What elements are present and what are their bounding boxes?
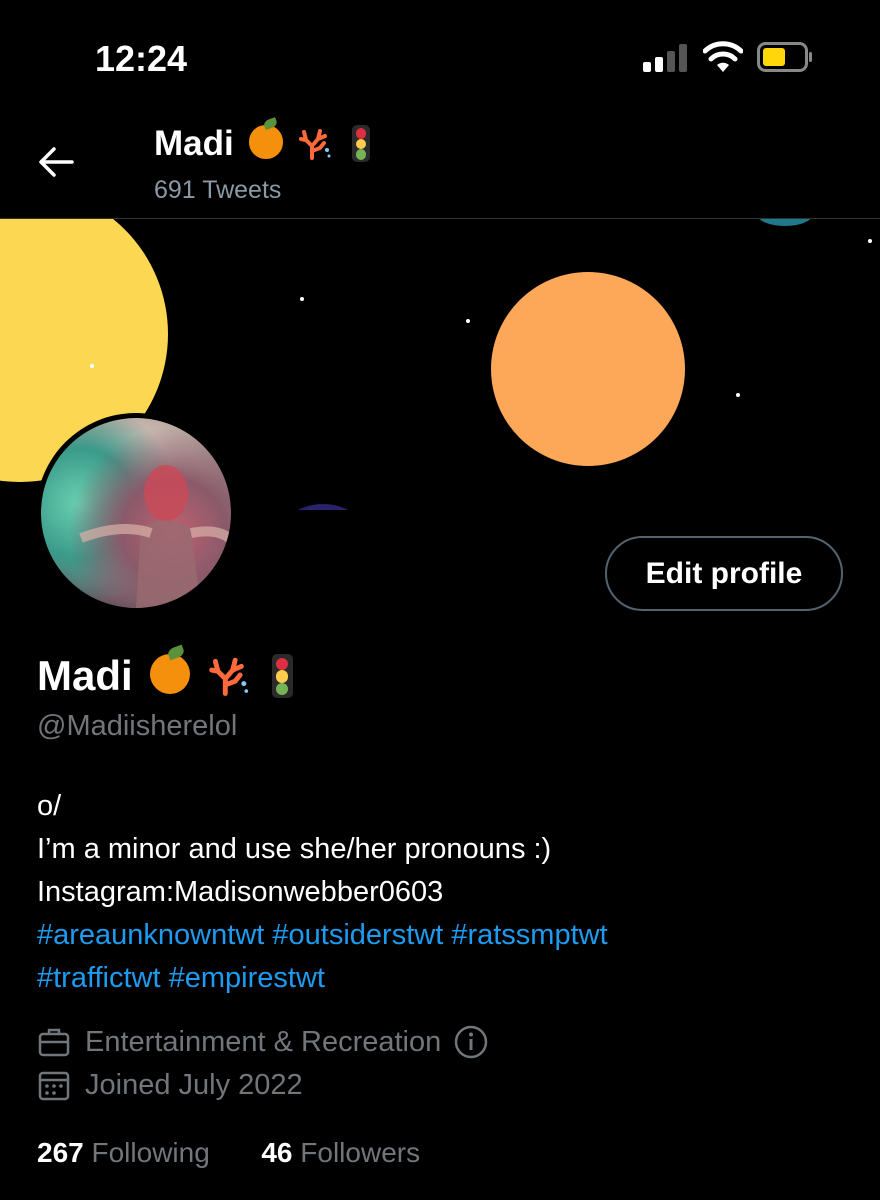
profile-joined: Joined July 2022 bbox=[37, 1068, 303, 1102]
profile-handle: @Madiisherelol bbox=[37, 710, 238, 742]
category-label: Entertainment & Recreation bbox=[85, 1025, 442, 1058]
coral-emoji-icon bbox=[299, 129, 331, 161]
hashtag-link[interactable]: #traffictwt bbox=[37, 962, 161, 994]
profile-name: Madi bbox=[37, 652, 293, 700]
wifi-icon bbox=[703, 41, 743, 72]
coral-emoji-icon bbox=[209, 658, 249, 697]
orange-emoji-icon bbox=[249, 125, 283, 159]
bio-line: o/ bbox=[37, 790, 62, 822]
follow-stats: 267 Following 46 Followers bbox=[37, 1137, 420, 1169]
info-icon[interactable] bbox=[453, 1024, 489, 1060]
hashtag-link[interactable]: #outsiderstwt bbox=[272, 919, 443, 951]
hashtag-link[interactable]: #ratssmptwt bbox=[451, 919, 607, 951]
followers-label: Followers bbox=[300, 1137, 421, 1168]
avatar-photo bbox=[41, 418, 231, 608]
profile-category: Entertainment & Recreation bbox=[37, 1024, 489, 1060]
header-name: Madi bbox=[154, 124, 234, 163]
hashtag-link[interactable]: #empirestwt bbox=[169, 962, 325, 994]
arrow-left-icon[interactable] bbox=[36, 142, 76, 182]
tweet-count: 691 Tweets bbox=[154, 176, 282, 204]
hashtag-line: #traffictwt #empirestwt bbox=[37, 957, 857, 1000]
following-count: 267 bbox=[37, 1137, 84, 1168]
briefcase-icon bbox=[38, 1028, 70, 1057]
display-name: Madi bbox=[37, 652, 133, 699]
bio-line: Instagram:Madisonwebber0603 bbox=[37, 876, 444, 908]
followers-count: 46 bbox=[261, 1137, 293, 1168]
following-link[interactable]: 267 Following bbox=[37, 1137, 218, 1168]
avatar[interactable] bbox=[36, 413, 236, 613]
joined-label: Joined July 2022 bbox=[85, 1068, 303, 1101]
traffic-light-emoji-icon bbox=[352, 125, 370, 162]
hashtag-line: #areaunknowntwt #outsiderstwt #ratssmptw… bbox=[37, 914, 857, 957]
calendar-icon bbox=[38, 1071, 70, 1101]
profile-bio: o/ I’m a minor and use she/her pronouns … bbox=[37, 785, 857, 1000]
status-time: 12:24 bbox=[95, 38, 188, 79]
edit-profile-button[interactable]: Edit profile bbox=[605, 536, 843, 611]
followers-link[interactable]: 46 Followers bbox=[261, 1137, 420, 1168]
cell-signal-icon bbox=[643, 44, 689, 72]
bio-line: I’m a minor and use she/her pronouns :) bbox=[37, 833, 552, 865]
hashtag-link[interactable]: #areaunknowntwt bbox=[37, 919, 264, 951]
following-label: Following bbox=[91, 1137, 210, 1168]
battery-icon bbox=[757, 42, 812, 72]
orange-emoji-icon bbox=[150, 654, 191, 695]
traffic-light-emoji-icon bbox=[271, 654, 293, 699]
header-title: Madi bbox=[154, 124, 370, 164]
